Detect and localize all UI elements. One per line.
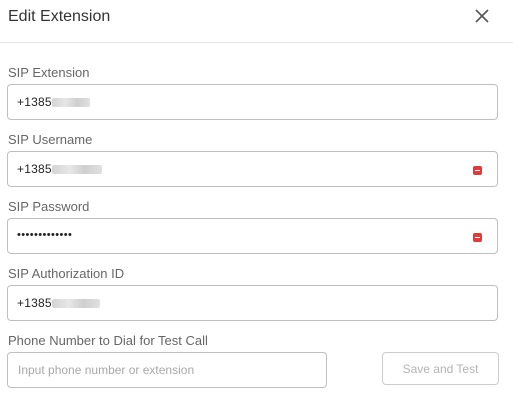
edit-extension-dialog: Edit Extension SIP Extension +1385 SIP U… (0, 0, 513, 404)
sip-username-value: +1385 (17, 162, 102, 176)
sip-username-label: SIP Username (8, 132, 93, 147)
redacted-blur (51, 165, 102, 175)
sip-extension-field[interactable]: +1385 (7, 84, 498, 120)
sip-password-field[interactable]: ••••••••••••• (7, 218, 498, 254)
dialog-title: Edit Extension (8, 8, 111, 25)
sip-password-label: SIP Password (8, 199, 90, 214)
sip-extension-label: SIP Extension (8, 65, 90, 80)
sip-extension-prefix: +1385 (17, 95, 52, 109)
sip-authorization-id-label: SIP Authorization ID (8, 266, 125, 281)
sip-extension-value: +1385 (17, 95, 90, 109)
sip-authorization-id-value: +1385 (17, 296, 100, 310)
close-icon[interactable] (474, 8, 490, 24)
sip-authorization-id-field[interactable]: +1385 (7, 285, 498, 321)
test-call-phone-input[interactable] (7, 352, 327, 388)
sip-password-masked-value: ••••••••••••• (17, 229, 73, 241)
sip-authorization-id-prefix: +1385 (17, 296, 52, 310)
test-call-label: Phone Number to Dial for Test Call (8, 333, 208, 348)
password-key-icon[interactable] (473, 166, 482, 175)
dialog-header: Edit Extension (0, 0, 513, 43)
save-and-test-button[interactable]: Save and Test (382, 352, 499, 385)
sip-username-field[interactable]: +1385 (7, 151, 498, 187)
redacted-blur (51, 98, 90, 108)
password-key-icon[interactable] (473, 233, 482, 242)
sip-username-prefix: +1385 (17, 162, 52, 176)
redacted-blur (51, 299, 100, 309)
